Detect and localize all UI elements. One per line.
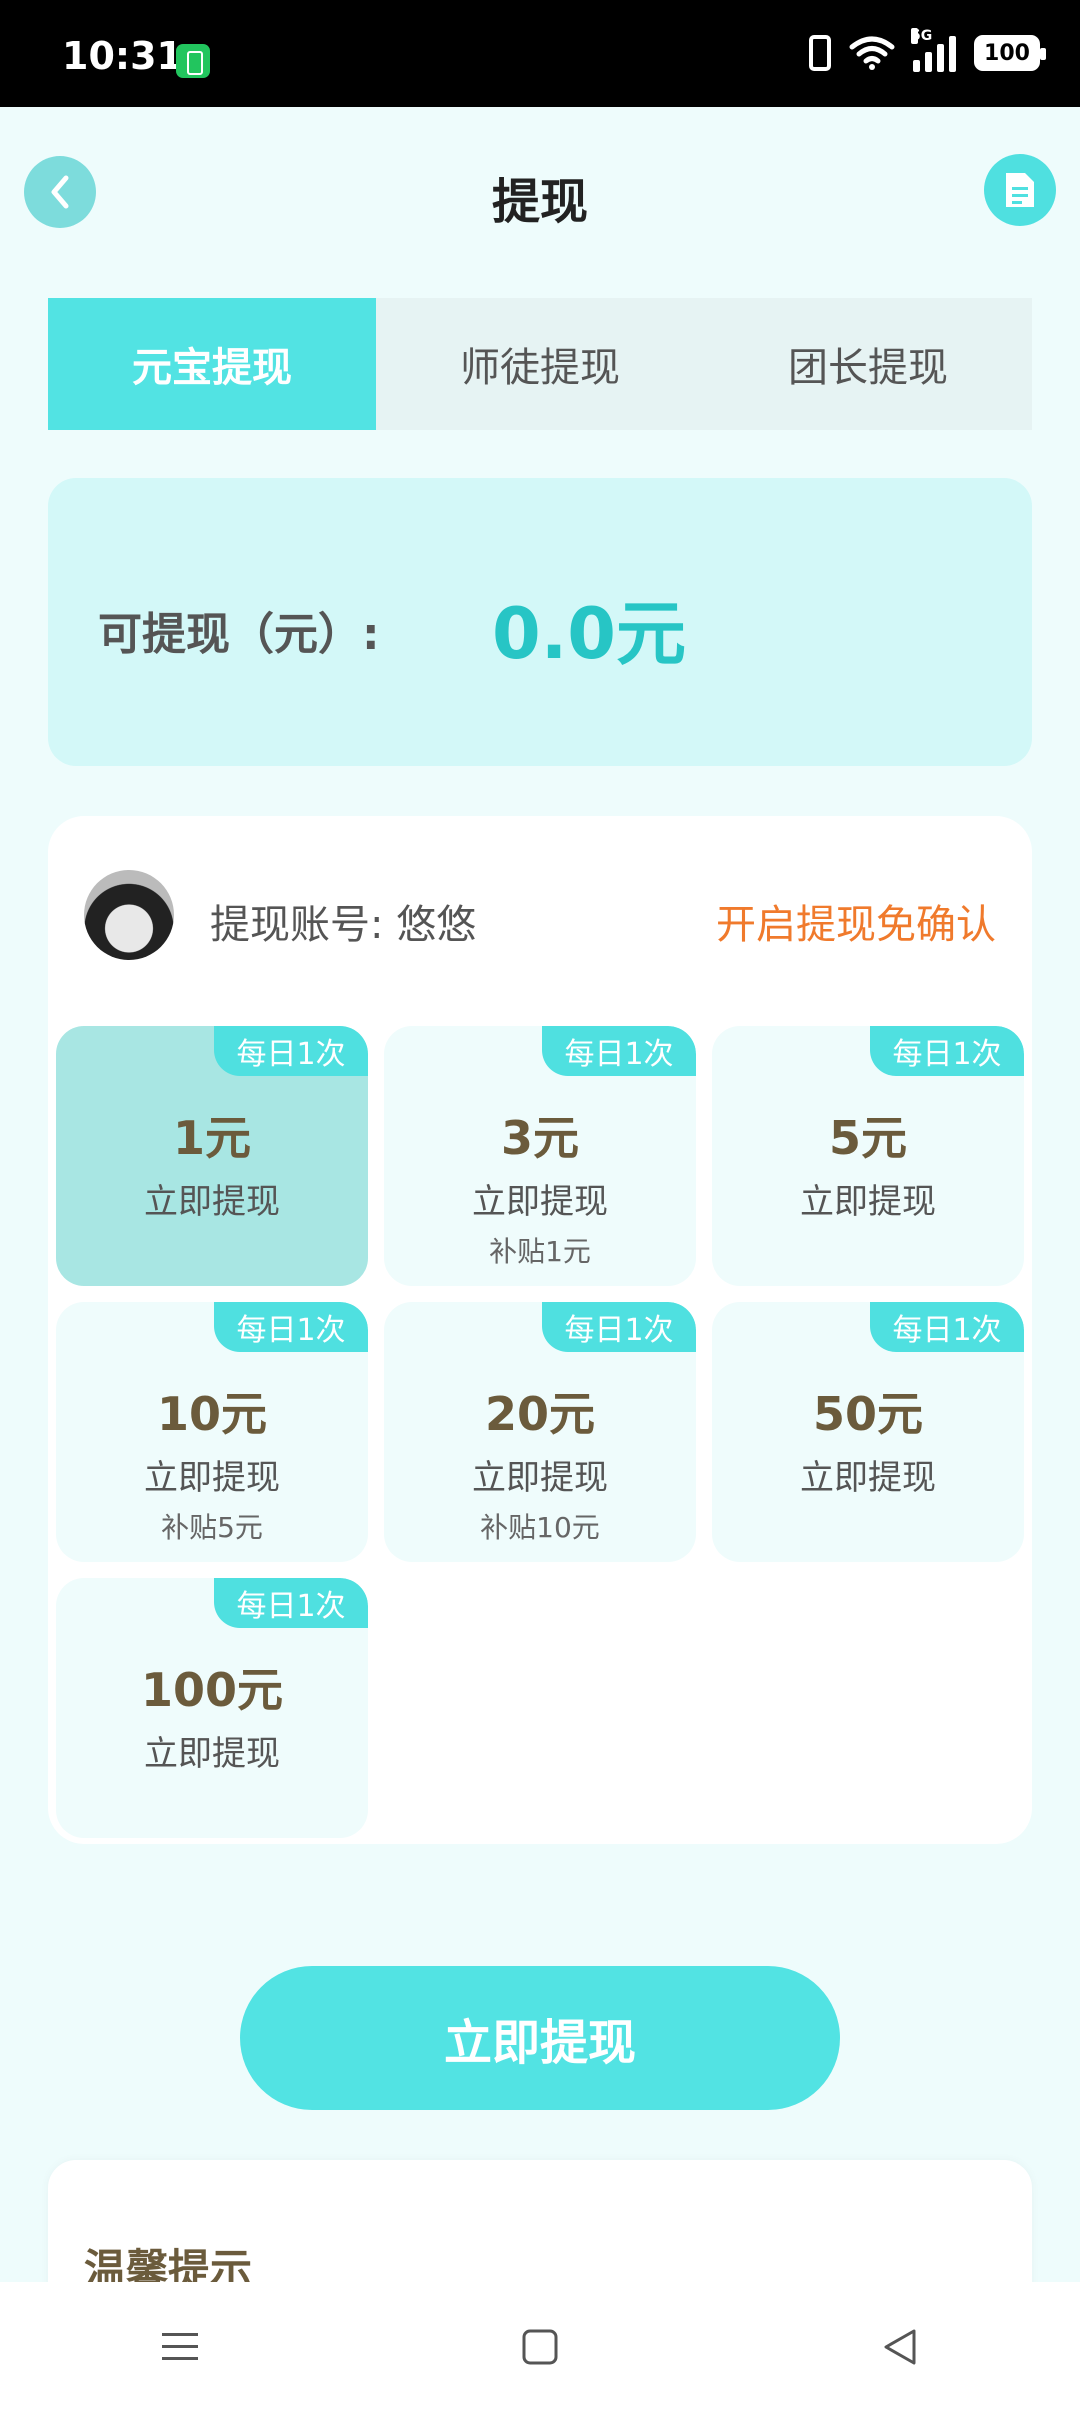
amount-action-label: 立即提现 xyxy=(472,1458,608,1498)
daily-limit-badge: 每日1次 xyxy=(870,1026,1024,1076)
home-button[interactable] xyxy=(480,2307,600,2387)
daily-limit-badge: 每日1次 xyxy=(214,1026,368,1076)
status-indicators: 5G 100 xyxy=(809,28,1046,72)
amount-option-100[interactable]: 每日1次 100元 立即提现 xyxy=(56,1578,368,1838)
system-nav-bar xyxy=(0,2282,1080,2412)
vibrate-icon xyxy=(809,35,831,71)
amount-action-label: 立即提现 xyxy=(144,1458,280,1498)
amount-action-label: 立即提现 xyxy=(800,1182,936,1222)
tab-yuanbao-withdraw[interactable]: 元宝提现 xyxy=(48,298,376,430)
daily-limit-badge: 每日1次 xyxy=(542,1302,696,1352)
network-type-label: 5G xyxy=(911,28,933,44)
amount-value: 100元 xyxy=(140,1663,284,1717)
amount-option-5[interactable]: 每日1次 5元 立即提现 xyxy=(712,1026,1024,1286)
amount-action-label: 立即提现 xyxy=(144,1182,280,1222)
amount-value: 50元 xyxy=(812,1387,923,1441)
page-title: 提现 xyxy=(491,174,588,230)
wifi-icon xyxy=(849,36,895,70)
amount-options-grid: 每日1次 1元 立即提现 每日1次 3元 立即提现 补贴1元 每日1次 5元 立… xyxy=(56,1026,1024,1838)
withdraw-options-card: 提现账号: 悠悠 开启提现免确认 每日1次 1元 立即提现 每日1次 3元 立即… xyxy=(48,816,1032,1844)
amount-action-label: 立即提现 xyxy=(800,1458,936,1498)
document-icon xyxy=(1006,173,1034,207)
amount-option-1[interactable]: 每日1次 1元 立即提现 xyxy=(56,1026,368,1286)
avatar xyxy=(84,870,174,960)
balance-value: 0.0元 xyxy=(492,593,687,675)
amount-option-50[interactable]: 每日1次 50元 立即提现 xyxy=(712,1302,1024,1562)
amount-value: 5元 xyxy=(828,1111,907,1165)
amount-option-3[interactable]: 每日1次 3元 立即提现 补贴1元 xyxy=(384,1026,696,1286)
auto-confirm-link[interactable]: 开启提现免确认 xyxy=(716,892,996,950)
daily-limit-badge: 每日1次 xyxy=(214,1578,368,1628)
triangle-back-icon xyxy=(884,2329,916,2365)
battery-icon: 100 xyxy=(974,35,1046,71)
amount-subsidy: 补贴1元 xyxy=(489,1235,591,1268)
back-nav-button[interactable] xyxy=(840,2307,960,2387)
amount-value: 10元 xyxy=(156,1387,267,1441)
tab-mentor-withdraw[interactable]: 师徒提现 xyxy=(376,298,704,430)
balance-card: 可提现（元）: 0.0元 xyxy=(48,478,1032,766)
recent-apps-button[interactable] xyxy=(120,2307,240,2387)
menu-icon xyxy=(162,2333,198,2360)
withdraw-type-tabs: 元宝提现 师徒提现 团长提现 xyxy=(48,298,1032,430)
cellular-signal-icon: 5G xyxy=(911,28,956,72)
amount-action-label: 立即提现 xyxy=(144,1734,280,1774)
battery-saver-icon xyxy=(176,44,210,78)
square-icon xyxy=(522,2329,558,2365)
amount-action-label: 立即提现 xyxy=(472,1182,608,1222)
status-bar: 10:31 5G 100 xyxy=(0,0,1080,107)
balance-label: 可提现（元）: xyxy=(98,609,380,660)
tab-leader-withdraw[interactable]: 团长提现 xyxy=(704,298,1032,430)
records-button[interactable] xyxy=(984,154,1056,226)
amount-option-10[interactable]: 每日1次 10元 立即提现 补贴5元 xyxy=(56,1302,368,1562)
amount-subsidy: 补贴5元 xyxy=(161,1511,263,1544)
withdraw-account: 提现账号: 悠悠 xyxy=(210,902,477,948)
daily-limit-badge: 每日1次 xyxy=(542,1026,696,1076)
amount-option-20[interactable]: 每日1次 20元 立即提现 补贴10元 xyxy=(384,1302,696,1562)
daily-limit-badge: 每日1次 xyxy=(870,1302,1024,1352)
battery-level: 100 xyxy=(984,40,1030,66)
amount-value: 3元 xyxy=(500,1111,579,1165)
withdraw-now-button[interactable]: 立即提现 xyxy=(240,1966,840,2110)
amount-value: 1元 xyxy=(172,1111,251,1165)
amount-value: 20元 xyxy=(484,1387,595,1441)
status-time: 10:31 xyxy=(62,34,183,78)
daily-limit-badge: 每日1次 xyxy=(214,1302,368,1352)
amount-subsidy: 补贴10元 xyxy=(480,1511,600,1544)
